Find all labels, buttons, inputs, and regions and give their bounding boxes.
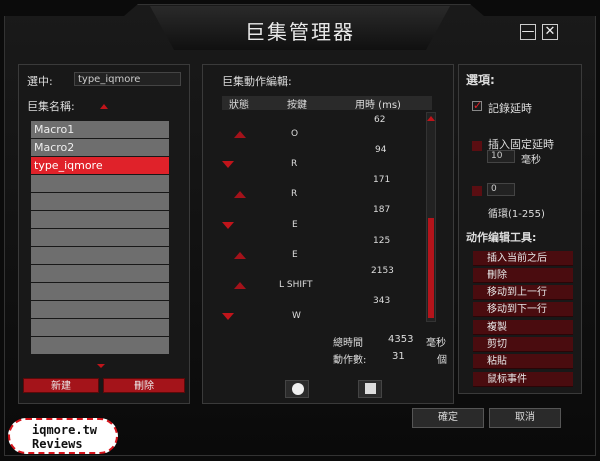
watermark-line2: Reviews bbox=[32, 437, 83, 451]
column-time: 用時 (ms) bbox=[355, 100, 401, 111]
event-time: 125 bbox=[373, 236, 391, 246]
list-item[interactable] bbox=[31, 301, 169, 318]
event-key: R bbox=[291, 189, 298, 199]
paste-button[interactable]: 粘貼 bbox=[473, 354, 573, 369]
event-key: E bbox=[292, 250, 298, 260]
watermark-logo: iqmore.tw Reviews bbox=[8, 418, 118, 454]
scroll-thumb[interactable] bbox=[428, 218, 434, 318]
event-time: 62 bbox=[374, 115, 386, 125]
event-key: O bbox=[291, 129, 299, 139]
selected-macro-field[interactable]: type_iqmore bbox=[74, 72, 181, 86]
event-key: L SHIFT bbox=[279, 280, 313, 290]
event-time: 343 bbox=[373, 296, 391, 306]
total-time-value: 4353 bbox=[388, 334, 414, 345]
watermark-line1: iqmore.tw bbox=[32, 423, 98, 437]
loop-count-input[interactable]: 0 bbox=[487, 183, 515, 196]
mouse-event-button[interactable]: 鼠标事件 bbox=[473, 372, 573, 387]
macro-list[interactable]: Macro1 Macro2 type_iqmore bbox=[31, 121, 169, 355]
key-up-icon bbox=[234, 131, 246, 138]
key-down-icon bbox=[222, 222, 234, 229]
tools-title: 动作编辑工具: bbox=[466, 231, 537, 244]
record-icon bbox=[292, 383, 304, 395]
new-macro-button[interactable]: 新建 bbox=[23, 378, 99, 393]
window-title: 巨集管理器 bbox=[245, 20, 355, 44]
list-item[interactable] bbox=[31, 229, 169, 246]
loop-label: 循環(1-255) bbox=[488, 209, 545, 220]
event-time: 171 bbox=[373, 175, 391, 185]
fixed-delay-checkbox[interactable] bbox=[472, 141, 482, 151]
list-item[interactable]: Macro2 bbox=[31, 139, 169, 156]
fixed-delay-input[interactable]: 10 bbox=[487, 150, 515, 163]
stop-icon bbox=[365, 383, 376, 394]
event-key: E bbox=[292, 220, 298, 230]
cut-button[interactable]: 剪切 bbox=[473, 337, 573, 352]
macro-editor-panel bbox=[202, 64, 454, 404]
selected-label: 選中: bbox=[27, 75, 53, 88]
key-up-icon bbox=[234, 191, 246, 198]
action-count-label: 動作數: bbox=[333, 355, 367, 366]
record-delay-label: 記錄延時 bbox=[488, 102, 532, 115]
key-up-icon bbox=[234, 252, 246, 259]
list-item[interactable] bbox=[31, 193, 169, 210]
action-count-value: 31 bbox=[392, 351, 405, 362]
fixed-delay-unit: 毫秒 bbox=[521, 155, 541, 166]
column-status: 狀態 bbox=[229, 100, 249, 111]
move-down-button[interactable]: 移动到下一行 bbox=[473, 302, 573, 317]
list-item[interactable]: Macro1 bbox=[31, 121, 169, 138]
list-item[interactable] bbox=[31, 265, 169, 282]
record-button[interactable] bbox=[285, 380, 309, 398]
scroll-down-icon[interactable] bbox=[97, 364, 105, 368]
list-item[interactable] bbox=[31, 319, 169, 336]
list-item-selected[interactable]: type_iqmore bbox=[31, 157, 169, 174]
list-item[interactable] bbox=[31, 175, 169, 192]
column-key: 按鍵 bbox=[287, 100, 307, 111]
event-time: 2153 bbox=[371, 266, 394, 276]
close-button[interactable]: ✕ bbox=[542, 24, 558, 40]
key-down-icon bbox=[222, 161, 234, 168]
list-item[interactable] bbox=[31, 337, 169, 354]
macro-manager-window: 巨集管理器 — ✕ 選中: type_iqmore 巨集名稱: Macro1 M… bbox=[0, 0, 600, 461]
event-time: 94 bbox=[375, 145, 387, 155]
delete-macro-button[interactable]: 刪除 bbox=[103, 378, 185, 393]
minimize-button[interactable]: — bbox=[520, 24, 536, 40]
total-time-unit: 毫秒 bbox=[426, 338, 446, 349]
move-up-button[interactable]: 移动到上一行 bbox=[473, 285, 573, 300]
macro-name-label: 巨集名稱: bbox=[27, 100, 75, 113]
event-key: R bbox=[291, 159, 298, 169]
cancel-button[interactable]: 取消 bbox=[489, 408, 561, 428]
insert-after-button[interactable]: 插入当前之后 bbox=[473, 251, 573, 266]
options-title: 選項: bbox=[466, 73, 495, 87]
list-item[interactable] bbox=[31, 247, 169, 264]
editor-title: 巨集動作編輯: bbox=[222, 75, 292, 88]
scroll-up-icon[interactable] bbox=[427, 116, 435, 121]
loop-checkbox[interactable] bbox=[472, 186, 482, 196]
indicator-icon bbox=[100, 104, 108, 109]
action-count-unit: 個 bbox=[437, 355, 447, 366]
event-key: W bbox=[292, 311, 301, 321]
copy-button[interactable]: 複製 bbox=[473, 320, 573, 335]
key-down-icon bbox=[222, 313, 234, 320]
key-up-icon bbox=[234, 282, 246, 289]
ok-button[interactable]: 確定 bbox=[412, 408, 484, 428]
total-time-label: 總時間 bbox=[333, 338, 363, 349]
event-time: 187 bbox=[373, 205, 391, 215]
delete-action-button[interactable]: 刪除 bbox=[473, 268, 573, 283]
event-scrollbar[interactable] bbox=[426, 112, 436, 322]
list-item[interactable] bbox=[31, 211, 169, 228]
stop-button[interactable] bbox=[358, 380, 382, 398]
list-item[interactable] bbox=[31, 283, 169, 300]
record-delay-checkbox[interactable] bbox=[472, 99, 482, 112]
